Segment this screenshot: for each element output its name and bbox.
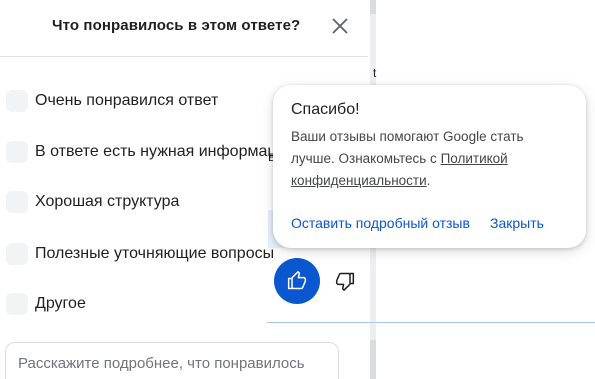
option-label: Хорошая структура [35,193,180,210]
panel-divider [0,56,368,57]
close-button[interactable] [328,14,352,38]
option-label: Другое [35,295,86,312]
popup-text-end: . [426,173,431,188]
checkbox[interactable] [6,243,28,265]
thanks-popup: Спасибо! Ваши отзывы помогают Google ста… [273,85,586,248]
popup-text: Ваши отзывы помогают Google стать лучше.… [291,126,571,192]
option-label: Полезные уточняющие вопросы [35,245,275,262]
checkbox[interactable] [6,90,28,112]
scrollbar-thumb[interactable] [370,0,376,14]
checkbox[interactable] [6,191,28,213]
details-textarea[interactable]: Расскажите подробнее, что понравилось [5,342,339,379]
scrollbar-thumb[interactable] [370,340,376,379]
option-label: В ответе есть нужная информация [35,143,295,160]
option-good-structure[interactable]: Хорошая структура [6,190,179,214]
section-divider [267,322,595,323]
thumb-up-button[interactable] [274,258,320,304]
close-icon [332,18,348,34]
option-label: Очень понравился ответ [35,92,219,109]
option-useful-info[interactable]: В ответе есть нужная информация [6,140,294,164]
checkbox[interactable] [6,141,28,163]
option-useful-questions[interactable]: Полезные уточняющие вопросы [6,242,274,266]
background-text-fragment: t [373,66,377,80]
panel-title: Что понравилось в этом ответе? [52,17,301,34]
details-placeholder: Расскажите подробнее, что понравилось [18,355,305,372]
thumb-down-icon [335,272,355,291]
leave-feedback-button[interactable]: Оставить подробный отзыв [291,215,470,231]
thumb-up-icon [287,271,307,290]
thumb-down-button[interactable] [330,266,360,296]
option-other[interactable]: Другое [6,292,86,316]
popup-title: Спасибо! [291,101,360,118]
option-very-liked[interactable]: Очень понравился ответ [6,89,218,113]
checkbox[interactable] [6,293,28,315]
close-popup-button[interactable]: Закрыть [490,215,544,231]
